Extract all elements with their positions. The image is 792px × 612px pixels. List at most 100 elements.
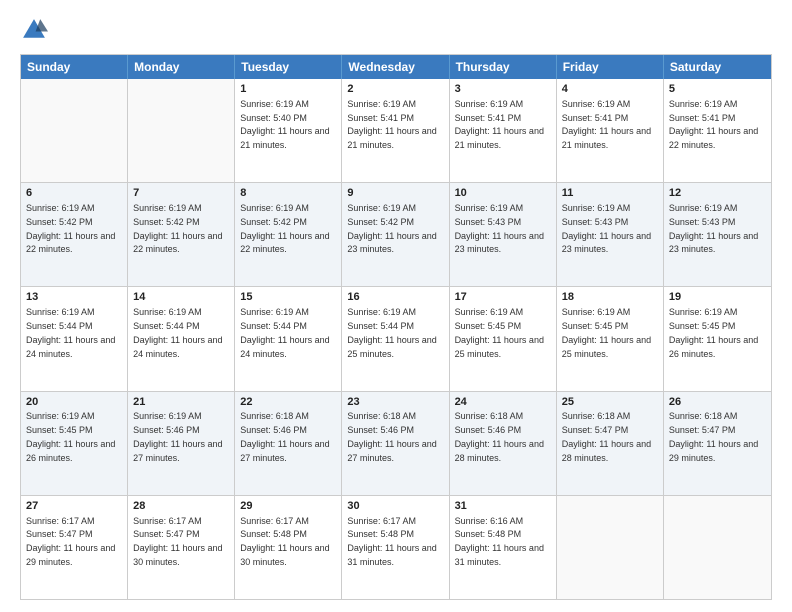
cell-info: Sunrise: 6:19 AMSunset: 5:44 PMDaylight:… xyxy=(240,307,329,358)
day-number: 4 xyxy=(562,82,658,97)
calendar-cell: 23Sunrise: 6:18 AMSunset: 5:46 PMDayligh… xyxy=(342,392,449,495)
header xyxy=(20,16,772,44)
calendar-cell: 20Sunrise: 6:19 AMSunset: 5:45 PMDayligh… xyxy=(21,392,128,495)
cell-info: Sunrise: 6:19 AMSunset: 5:42 PMDaylight:… xyxy=(240,203,329,254)
day-number: 30 xyxy=(347,499,443,514)
calendar-cell: 11 Sunrise: 6:19 AMSunset: 5:43 PMDayligh… xyxy=(557,183,664,286)
day-number: 1 xyxy=(240,82,336,97)
cell-info: Sunrise: 6:18 AMSunset: 5:46 PMDaylight:… xyxy=(347,411,436,462)
logo-icon xyxy=(20,16,48,44)
cell-info: Sunrise: 6:19 AMSunset: 5:45 PMDaylight:… xyxy=(562,307,651,358)
calendar-cell: 4 Sunrise: 6:19 AMSunset: 5:41 PMDaylight… xyxy=(557,79,664,182)
day-number: 12 xyxy=(669,186,766,201)
empty-cell xyxy=(21,79,128,182)
cell-info: Sunrise: 6:17 AMSunset: 5:48 PMDaylight:… xyxy=(240,516,329,567)
cell-info: Sunrise: 6:19 AMSunset: 5:46 PMDaylight:… xyxy=(133,411,222,462)
cell-info: Sunrise: 6:19 AMSunset: 5:43 PMDaylight:… xyxy=(455,203,544,254)
calendar-cell: 3 Sunrise: 6:19 AMSunset: 5:41 PMDaylight… xyxy=(450,79,557,182)
calendar-cell: 15 Sunrise: 6:19 AMSunset: 5:44 PMDayligh… xyxy=(235,287,342,390)
day-number: 24 xyxy=(455,395,551,410)
day-number: 21 xyxy=(133,395,229,410)
cell-info: Sunrise: 6:19 AMSunset: 5:41 PMDaylight:… xyxy=(562,99,651,150)
calendar-cell: 12 Sunrise: 6:19 AMSunset: 5:43 PMDayligh… xyxy=(664,183,771,286)
day-number: 5 xyxy=(669,82,766,97)
calendar-cell: 26Sunrise: 6:18 AMSunset: 5:47 PMDayligh… xyxy=(664,392,771,495)
cell-info: Sunrise: 6:19 AMSunset: 5:45 PMDaylight:… xyxy=(26,411,115,462)
cell-info: Sunrise: 6:19 AMSunset: 5:42 PMDaylight:… xyxy=(133,203,222,254)
cell-info: Sunrise: 6:17 AMSunset: 5:48 PMDaylight:… xyxy=(347,516,436,567)
day-number: 3 xyxy=(455,82,551,97)
empty-cell xyxy=(128,79,235,182)
cell-info: Sunrise: 6:19 AMSunset: 5:41 PMDaylight:… xyxy=(455,99,544,150)
cell-info: Sunrise: 6:18 AMSunset: 5:46 PMDaylight:… xyxy=(240,411,329,462)
cell-info: Sunrise: 6:19 AMSunset: 5:42 PMDaylight:… xyxy=(347,203,436,254)
cell-info: Sunrise: 6:19 AMSunset: 5:41 PMDaylight:… xyxy=(669,99,758,150)
weekday-header: Monday xyxy=(128,55,235,79)
day-number: 26 xyxy=(669,395,766,410)
cell-info: Sunrise: 6:19 AMSunset: 5:41 PMDaylight:… xyxy=(347,99,436,150)
cell-info: Sunrise: 6:19 AMSunset: 5:45 PMDaylight:… xyxy=(669,307,758,358)
calendar-cell: 13Sunrise: 6:19 AMSunset: 5:44 PMDayligh… xyxy=(21,287,128,390)
day-number: 18 xyxy=(562,290,658,305)
day-number: 25 xyxy=(562,395,658,410)
day-number: 14 xyxy=(133,290,229,305)
day-number: 15 xyxy=(240,290,336,305)
day-number: 10 xyxy=(455,186,551,201)
day-number: 11 xyxy=(562,186,658,201)
calendar-cell: 29Sunrise: 6:17 AMSunset: 5:48 PMDayligh… xyxy=(235,496,342,599)
empty-cell xyxy=(664,496,771,599)
calendar-cell: 25Sunrise: 6:18 AMSunset: 5:47 PMDayligh… xyxy=(557,392,664,495)
cell-info: Sunrise: 6:18 AMSunset: 5:46 PMDaylight:… xyxy=(455,411,544,462)
day-number: 28 xyxy=(133,499,229,514)
logo xyxy=(20,16,52,44)
day-number: 16 xyxy=(347,290,443,305)
day-number: 6 xyxy=(26,186,122,201)
calendar-week-row: 1 Sunrise: 6:19 AMSunset: 5:40 PMDaylight… xyxy=(21,79,771,182)
cell-info: Sunrise: 6:19 AMSunset: 5:44 PMDaylight:… xyxy=(347,307,436,358)
calendar-cell: 24Sunrise: 6:18 AMSunset: 5:46 PMDayligh… xyxy=(450,392,557,495)
calendar-page: SundayMondayTuesdayWednesdayThursdayFrid… xyxy=(0,0,792,612)
day-number: 20 xyxy=(26,395,122,410)
calendar-cell: 9Sunrise: 6:19 AMSunset: 5:42 PMDaylight… xyxy=(342,183,449,286)
day-number: 23 xyxy=(347,395,443,410)
cell-info: Sunrise: 6:17 AMSunset: 5:47 PMDaylight:… xyxy=(133,516,222,567)
day-number: 8 xyxy=(240,186,336,201)
calendar-cell: 10 Sunrise: 6:19 AMSunset: 5:43 PMDayligh… xyxy=(450,183,557,286)
calendar-cell: 19Sunrise: 6:19 AMSunset: 5:45 PMDayligh… xyxy=(664,287,771,390)
calendar-cell: 7 Sunrise: 6:19 AMSunset: 5:42 PMDaylight… xyxy=(128,183,235,286)
calendar-cell: 21Sunrise: 6:19 AMSunset: 5:46 PMDayligh… xyxy=(128,392,235,495)
calendar-cell: 17Sunrise: 6:19 AMSunset: 5:45 PMDayligh… xyxy=(450,287,557,390)
cell-info: Sunrise: 6:18 AMSunset: 5:47 PMDaylight:… xyxy=(669,411,758,462)
cell-info: Sunrise: 6:19 AMSunset: 5:43 PMDaylight:… xyxy=(669,203,758,254)
weekday-header: Wednesday xyxy=(342,55,449,79)
calendar-cell: 22Sunrise: 6:18 AMSunset: 5:46 PMDayligh… xyxy=(235,392,342,495)
cell-info: Sunrise: 6:19 AMSunset: 5:40 PMDaylight:… xyxy=(240,99,329,150)
cell-info: Sunrise: 6:17 AMSunset: 5:47 PMDaylight:… xyxy=(26,516,115,567)
calendar-cell: 1 Sunrise: 6:19 AMSunset: 5:40 PMDaylight… xyxy=(235,79,342,182)
calendar-header-row: SundayMondayTuesdayWednesdayThursdayFrid… xyxy=(21,55,771,79)
cell-info: Sunrise: 6:19 AMSunset: 5:43 PMDaylight:… xyxy=(562,203,651,254)
calendar-body: 1 Sunrise: 6:19 AMSunset: 5:40 PMDaylight… xyxy=(21,79,771,599)
calendar-cell: 18 Sunrise: 6:19 AMSunset: 5:45 PMDayligh… xyxy=(557,287,664,390)
cell-info: Sunrise: 6:16 AMSunset: 5:48 PMDaylight:… xyxy=(455,516,544,567)
calendar-week-row: 20Sunrise: 6:19 AMSunset: 5:45 PMDayligh… xyxy=(21,391,771,495)
day-number: 27 xyxy=(26,499,122,514)
calendar-cell: 28 Sunrise: 6:17 AMSunset: 5:47 PMDayligh… xyxy=(128,496,235,599)
weekday-header: Friday xyxy=(557,55,664,79)
day-number: 17 xyxy=(455,290,551,305)
day-number: 13 xyxy=(26,290,122,305)
cell-info: Sunrise: 6:19 AMSunset: 5:44 PMDaylight:… xyxy=(133,307,222,358)
calendar-week-row: 27 Sunrise: 6:17 AMSunset: 5:47 PMDayligh… xyxy=(21,495,771,599)
weekday-header: Saturday xyxy=(664,55,771,79)
calendar-cell: 2 Sunrise: 6:19 AMSunset: 5:41 PMDaylight… xyxy=(342,79,449,182)
day-number: 22 xyxy=(240,395,336,410)
day-number: 7 xyxy=(133,186,229,201)
cell-info: Sunrise: 6:19 AMSunset: 5:42 PMDaylight:… xyxy=(26,203,115,254)
calendar-cell: 16 Sunrise: 6:19 AMSunset: 5:44 PMDayligh… xyxy=(342,287,449,390)
day-number: 2 xyxy=(347,82,443,97)
calendar-cell: 8 Sunrise: 6:19 AMSunset: 5:42 PMDaylight… xyxy=(235,183,342,286)
weekday-header: Thursday xyxy=(450,55,557,79)
empty-cell xyxy=(557,496,664,599)
calendar: SundayMondayTuesdayWednesdayThursdayFrid… xyxy=(20,54,772,600)
calendar-week-row: 6 Sunrise: 6:19 AMSunset: 5:42 PMDaylight… xyxy=(21,182,771,286)
